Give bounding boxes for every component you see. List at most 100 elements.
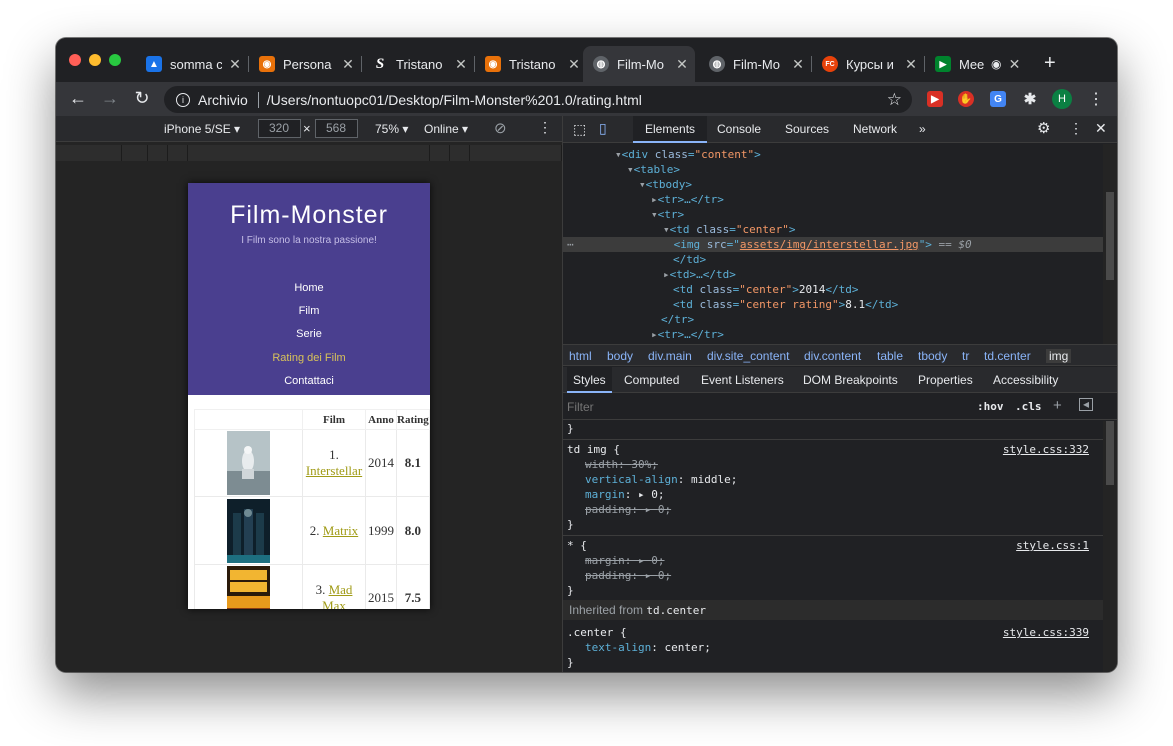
site-nav-home[interactable]: Home <box>188 282 430 294</box>
dom-node-selected[interactable]: ⋯ <img src="assets/img/interstellar.jpg">… <box>563 237 1103 252</box>
new-tab-button[interactable]: + <box>1044 52 1056 75</box>
scrollbar-thumb[interactable] <box>1106 421 1114 485</box>
browser-tab[interactable]: S Tristano ✕ <box>362 46 474 82</box>
browser-tab-active[interactable]: ◍ Film-Mo ✕ <box>583 46 695 82</box>
profile-avatar[interactable]: H <box>1052 89 1072 109</box>
tab-dom-breakpoints[interactable]: DOM Breakpoints <box>803 373 898 387</box>
close-icon[interactable]: ✕ <box>1007 56 1021 73</box>
extensions-puzzle-icon[interactable]: ✱ <box>1022 91 1038 108</box>
more-tabs-button[interactable]: » <box>919 122 926 136</box>
breadcrumb-item[interactable]: html <box>569 349 592 363</box>
network-throttle-select[interactable]: Online ▾ <box>424 122 468 136</box>
media-query-segment[interactable] <box>470 145 562 161</box>
device-height-input[interactable]: 568 <box>315 119 358 138</box>
film-link[interactable]: Mad Max <box>322 582 352 610</box>
reload-button[interactable]: ↻ <box>132 88 152 109</box>
site-nav-serie[interactable]: Serie <box>188 328 430 340</box>
tab-accessibility[interactable]: Accessibility <box>993 373 1058 387</box>
tab-elements[interactable]: Elements <box>633 116 708 143</box>
close-icon[interactable]: ✕ <box>675 56 689 73</box>
breadcrumb-item[interactable]: tr <box>962 349 969 363</box>
breadcrumb-item[interactable]: tbody <box>918 349 947 363</box>
extension-hand-icon[interactable]: ✋ <box>958 91 974 107</box>
scrollbar-thumb[interactable] <box>1106 192 1114 280</box>
close-icon[interactable]: ✕ <box>228 56 242 73</box>
dom-node[interactable]: ▾<td class="center"> <box>663 222 795 237</box>
browser-tab[interactable]: ▶ Mee ◉ ✕ <box>925 46 1031 82</box>
browser-tab[interactable]: ◉ Persona ✕ <box>249 46 361 82</box>
close-icon[interactable]: ✕ <box>567 56 581 73</box>
breadcrumb-item[interactable]: body <box>607 349 633 363</box>
rotate-icon[interactable]: ⊘ <box>494 119 507 137</box>
breadcrumb-item[interactable]: table <box>877 349 903 363</box>
rule-source-link[interactable]: style.css:1 <box>1016 539 1089 553</box>
settings-gear-icon[interactable]: ⚙ <box>1037 119 1050 137</box>
style-declaration[interactable]: padding: ▸ 0; <box>585 503 671 517</box>
close-devtools-icon[interactable]: ✕ <box>1095 120 1107 137</box>
rule-source-link[interactable]: style.css:339 <box>1003 626 1089 640</box>
media-query-segment[interactable] <box>450 145 470 161</box>
site-nav-contattaci[interactable]: Contattaci <box>188 375 430 387</box>
close-icon[interactable]: ✕ <box>904 56 918 73</box>
address-bar[interactable]: i Archivio /Users/nontuopc01/Desktop/Fil… <box>164 86 912 113</box>
browser-menu-icon[interactable]: ⋮ <box>1088 89 1104 109</box>
hov-toggle[interactable]: :hov <box>977 400 1004 413</box>
dom-node[interactable]: ▾<tr> <box>651 207 684 222</box>
breadcrumb-item-current[interactable]: img <box>1046 349 1072 363</box>
tab-sources[interactable]: Sources <box>785 122 829 136</box>
style-declaration[interactable]: width: 30%; <box>585 458 658 472</box>
dom-node[interactable]: ▸<td>…</td> <box>663 267 736 282</box>
style-declaration[interactable]: margin: ▸ 0; <box>585 554 665 568</box>
dom-tree-scrollbar[interactable] <box>1103 144 1117 344</box>
browser-tab[interactable]: ◍ Film-Mo ✕ <box>699 46 811 82</box>
media-query-bar[interactable] <box>56 145 562 161</box>
styles-filter-input[interactable] <box>567 397 947 417</box>
node-actions-icon[interactable]: ⋯ <box>567 238 574 251</box>
cls-toggle[interactable]: .cls <box>1015 400 1042 413</box>
media-query-segment[interactable] <box>56 145 122 161</box>
tab-computed[interactable]: Computed <box>624 373 679 387</box>
dom-node[interactable]: ▾<div class="content"> <box>615 147 761 162</box>
close-icon[interactable]: ✕ <box>341 56 355 73</box>
media-query-segment[interactable] <box>122 145 148 161</box>
film-link[interactable]: Matrix <box>323 523 358 538</box>
film-link[interactable]: Interstellar <box>306 463 362 478</box>
styles-scrollbar[interactable] <box>1103 421 1117 672</box>
dom-node[interactable]: </td> <box>673 252 706 267</box>
tab-network[interactable]: Network <box>853 122 897 136</box>
dom-node[interactable]: ▾<table> <box>627 162 680 177</box>
zoom-select[interactable]: 75% ▾ <box>375 122 408 136</box>
forward-button[interactable]: → <box>100 88 120 109</box>
site-nav-rating[interactable]: Rating dei Film <box>188 352 430 364</box>
tab-properties[interactable]: Properties <box>918 373 973 387</box>
back-button[interactable]: ← <box>68 88 88 109</box>
device-width-input[interactable]: 320 <box>258 119 301 138</box>
dom-node[interactable]: </tr> <box>661 312 694 327</box>
dom-node[interactable]: ▸<tr>…</tr> <box>651 192 724 207</box>
style-declaration[interactable]: vertical-align: middle; <box>585 473 737 487</box>
dom-node[interactable]: ▾<tbody> <box>639 177 692 192</box>
dom-node[interactable]: <td class="center rating">8.1</td> <box>673 297 898 312</box>
style-declaration[interactable]: text-align: center; <box>585 641 711 655</box>
breadcrumb-item[interactable]: div.site_content <box>707 349 790 363</box>
close-window-button[interactable] <box>69 54 81 66</box>
media-query-segment[interactable] <box>148 145 168 161</box>
tab-styles[interactable]: Styles <box>567 367 612 393</box>
dom-node[interactable]: <td class="center">2014</td> <box>673 282 858 297</box>
breadcrumb-item[interactable]: td.center <box>984 349 1031 363</box>
device-toggle-icon[interactable]: ▯ <box>599 120 607 137</box>
url-text[interactable]: /Users/nontuopc01/Desktop/Film-Monster%2… <box>267 92 642 108</box>
close-icon[interactable]: ✕ <box>791 56 805 73</box>
star-icon[interactable]: ☆ <box>887 90 902 110</box>
style-declaration[interactable]: padding: ▸ 0; <box>585 569 671 583</box>
device-select[interactable]: iPhone 5/SE ▾ <box>164 122 240 136</box>
media-query-segment[interactable] <box>168 145 188 161</box>
tab-event-listeners[interactable]: Event Listeners <box>701 373 784 387</box>
browser-tab[interactable]: ◉ Tristano ✕ <box>475 46 587 82</box>
translate-icon[interactable]: G <box>990 91 1006 107</box>
toggle-sidebar-icon[interactable]: ◂ <box>1079 398 1093 411</box>
style-declaration[interactable]: margin: ▸ 0; <box>585 488 665 502</box>
breadcrumb-item[interactable]: div.content <box>804 349 861 363</box>
minimize-window-button[interactable] <box>89 54 101 66</box>
device-options-icon[interactable]: ⋮ <box>538 119 552 136</box>
